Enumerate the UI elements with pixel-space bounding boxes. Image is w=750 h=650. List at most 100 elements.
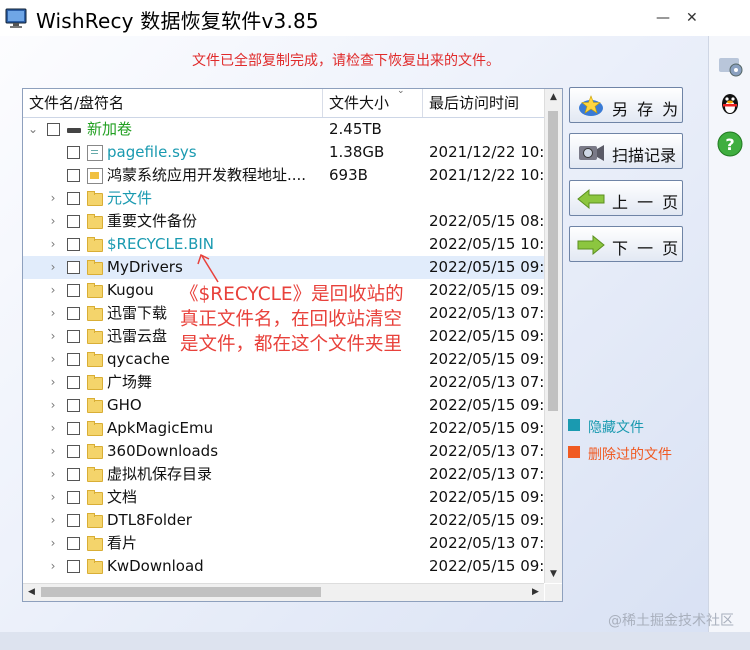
row-checkbox[interactable] xyxy=(47,123,60,136)
minimize-button[interactable]: — xyxy=(656,10,670,26)
column-header-name[interactable]: 文件名/盘符名 xyxy=(23,89,323,117)
annotation-text: 《$RECYCLE》是回收站的 真正文件名，在回收站清空 是文件，都在这个文件夹… xyxy=(180,282,404,357)
row-checkbox[interactable] xyxy=(67,376,80,389)
qq-penguin-icon[interactable] xyxy=(716,90,744,118)
file-name: 新加卷 xyxy=(87,120,133,138)
file-row[interactable]: › $RECYCLE.BIN 2022/05/15 10:2 xyxy=(23,233,544,256)
row-checkbox[interactable] xyxy=(67,215,80,228)
expand-arrow-icon[interactable]: › xyxy=(47,325,59,348)
expand-arrow-icon[interactable]: › xyxy=(47,210,59,233)
row-checkbox[interactable] xyxy=(67,468,80,481)
expand-arrow-icon[interactable]: ⌄ xyxy=(27,118,39,141)
row-checkbox[interactable] xyxy=(67,261,80,274)
file-date: 2022/05/15 09:1 xyxy=(429,419,544,437)
help-question-icon[interactable]: ? xyxy=(716,130,744,158)
file-name: 鸿蒙系统应用开发教程地址.... xyxy=(107,166,307,184)
expand-arrow-icon[interactable]: › xyxy=(47,371,59,394)
expand-arrow-icon[interactable]: › xyxy=(47,417,59,440)
file-size: 693B xyxy=(329,166,368,184)
file-row[interactable]: › 广场舞 2022/05/13 07:3 xyxy=(23,371,544,394)
file-name: 看片 xyxy=(107,534,138,552)
row-checkbox[interactable] xyxy=(67,560,80,573)
file-row[interactable]: › GHO 2022/05/15 09:1 xyxy=(23,394,544,417)
row-checkbox[interactable] xyxy=(67,353,80,366)
expand-arrow-icon[interactable]: › xyxy=(47,302,59,325)
file-date: 2022/05/15 09:1 xyxy=(429,511,544,529)
file-row[interactable]: › 看片 2022/05/13 07:3 xyxy=(23,532,544,555)
row-checkbox[interactable] xyxy=(67,307,80,320)
expand-arrow-icon[interactable]: › xyxy=(47,279,59,302)
column-header-date[interactable]: 最后访问时间 xyxy=(423,89,544,117)
horizontal-scrollbar[interactable]: ◀ ▶ xyxy=(23,583,544,601)
file-row[interactable]: › 文档 2022/05/15 09:1 xyxy=(23,486,544,509)
system-file-icon xyxy=(87,145,103,161)
scan-records-button[interactable]: 扫描记录 xyxy=(569,133,683,169)
row-checkbox[interactable] xyxy=(67,445,80,458)
file-row[interactable]: › 元文件 xyxy=(23,187,544,210)
scroll-right-arrow-icon[interactable]: ▶ xyxy=(527,584,544,601)
save-as-button[interactable]: 另 存 为 xyxy=(569,87,683,123)
expand-arrow-icon[interactable]: › xyxy=(47,233,59,256)
svg-text:?: ? xyxy=(725,135,734,154)
row-checkbox[interactable] xyxy=(67,491,80,504)
folder-icon xyxy=(87,306,103,321)
folder-icon xyxy=(87,191,103,206)
file-row[interactable]: › 360Downloads 2022/05/13 07:3 xyxy=(23,440,544,463)
file-row[interactable]: › DTL8Folder 2022/05/15 09:1 xyxy=(23,509,544,532)
row-checkbox[interactable] xyxy=(67,422,80,435)
file-row[interactable]: 鸿蒙系统应用开发教程地址.... 693B 2021/12/22 10:0 xyxy=(23,164,544,187)
folder-icon xyxy=(87,352,103,367)
close-button[interactable]: ✕ xyxy=(686,10,698,26)
row-checkbox[interactable] xyxy=(67,169,80,182)
row-checkbox[interactable] xyxy=(67,514,80,527)
file-row[interactable]: › 虚拟机保存目录 2022/05/13 07:3 xyxy=(23,463,544,486)
row-checkbox[interactable] xyxy=(67,330,80,343)
drive-icon xyxy=(67,128,81,133)
vertical-scroll-thumb[interactable] xyxy=(548,111,558,411)
scroll-left-arrow-icon[interactable]: ◀ xyxy=(23,584,40,601)
file-date: 2022/05/15 09:1 xyxy=(429,557,544,575)
expand-arrow-icon[interactable]: › xyxy=(47,440,59,463)
horizontal-scroll-thumb[interactable] xyxy=(41,587,321,597)
file-row[interactable]: › KwDownload 2022/05/15 09:1 xyxy=(23,555,544,578)
file-date: 2022/05/13 07:3 xyxy=(429,304,544,322)
file-row[interactable]: › 重要文件备份 2022/05/15 08:5 xyxy=(23,210,544,233)
expand-arrow-icon[interactable]: › xyxy=(47,486,59,509)
file-row[interactable]: › MyDrivers 2022/05/15 09:1 xyxy=(23,256,544,279)
prev-page-button[interactable]: 上 一 页 xyxy=(569,180,683,216)
expand-arrow-icon[interactable]: › xyxy=(47,256,59,279)
next-page-button[interactable]: 下 一 页 xyxy=(569,226,683,262)
row-checkbox[interactable] xyxy=(67,399,80,412)
expand-arrow-icon[interactable]: › xyxy=(47,532,59,555)
scroll-up-arrow-icon[interactable]: ▲ xyxy=(545,89,562,106)
scroll-corner xyxy=(545,584,562,601)
star-disk-icon xyxy=(579,95,603,116)
expand-arrow-icon[interactable]: › xyxy=(47,394,59,417)
watermark: @稀土掘金技术社区 xyxy=(608,613,734,629)
row-checkbox[interactable] xyxy=(67,537,80,550)
column-header-size[interactable]: 文件大小 xyxy=(323,89,423,117)
folder-icon xyxy=(87,467,103,482)
file-date: 2022/05/15 08:5 xyxy=(429,212,544,230)
file-name: 虚拟机保存目录 xyxy=(107,465,213,483)
expand-arrow-icon[interactable]: › xyxy=(47,463,59,486)
row-checkbox[interactable] xyxy=(67,146,80,159)
file-row[interactable]: › ApkMagicEmu 2022/05/15 09:1 xyxy=(23,417,544,440)
file-row[interactable]: ⌄ 新加卷 2.45TB xyxy=(23,118,544,141)
expand-arrow-icon[interactable]: › xyxy=(47,555,59,578)
legend-hidden-swatch xyxy=(568,419,580,431)
arrow-left-icon xyxy=(577,188,605,210)
file-date: 2022/05/15 09:1 xyxy=(429,396,544,414)
file-name: GHO xyxy=(107,396,142,414)
row-checkbox[interactable] xyxy=(67,238,80,251)
row-checkbox[interactable] xyxy=(67,284,80,297)
expand-arrow-icon[interactable]: › xyxy=(47,187,59,210)
expand-arrow-icon[interactable]: › xyxy=(47,348,59,371)
expand-arrow-icon[interactable]: › xyxy=(47,509,59,532)
row-checkbox[interactable] xyxy=(67,192,80,205)
sort-caret-icon: ⌄ xyxy=(397,89,405,96)
settings-cluster-icon[interactable] xyxy=(716,52,744,80)
vertical-scrollbar[interactable]: ▲ ▼ xyxy=(544,89,562,583)
file-row[interactable]: pagefile.sys 1.38GB 2021/12/22 10:0 xyxy=(23,141,544,164)
scroll-down-arrow-icon[interactable]: ▼ xyxy=(545,566,562,583)
